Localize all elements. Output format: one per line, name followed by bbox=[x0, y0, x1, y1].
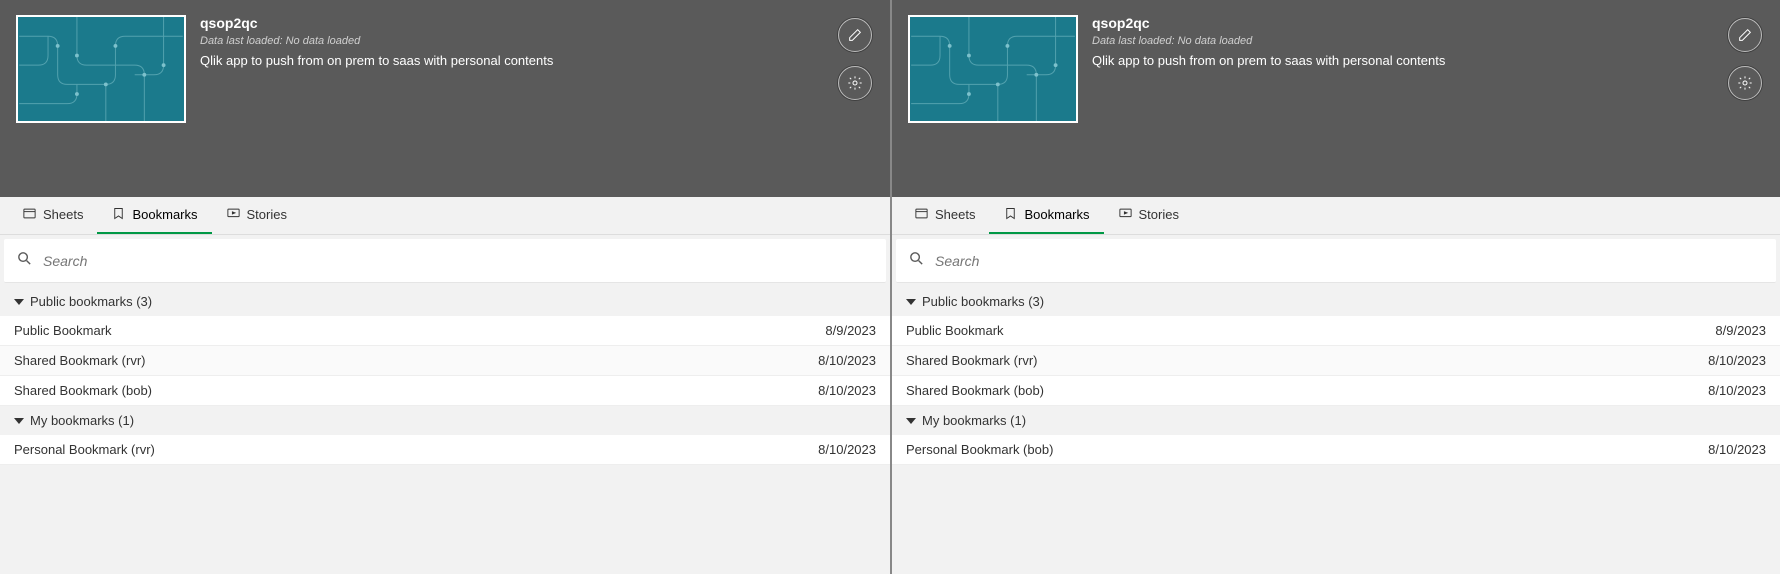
bookmark-row[interactable]: Public Bookmark 8/9/2023 bbox=[0, 316, 890, 346]
app-pane: qsop2qc Data last loaded: No data loaded Q… bbox=[890, 0, 1780, 574]
section-header[interactable]: Public bookmarks (3) bbox=[0, 287, 890, 316]
tab-stories[interactable]: Stories bbox=[1104, 197, 1193, 234]
app-header: qsop2qc Data last loaded: No data loaded Q… bbox=[0, 0, 890, 197]
search-input[interactable] bbox=[935, 253, 1764, 269]
search-input[interactable] bbox=[43, 253, 874, 269]
bookmark-date: 8/9/2023 bbox=[825, 323, 876, 338]
tab-stories[interactable]: Stories bbox=[212, 197, 301, 234]
app-meta: qsop2qc Data last loaded: No data loaded Q… bbox=[1078, 15, 1764, 197]
app-thumbnail bbox=[908, 15, 1078, 123]
chevron-down-icon bbox=[14, 418, 24, 424]
settings-button[interactable] bbox=[1728, 66, 1762, 100]
stories-icon bbox=[226, 206, 241, 224]
tab-label: Bookmarks bbox=[1024, 207, 1089, 222]
bookmarks-icon bbox=[1003, 206, 1018, 224]
app-title: qsop2qc bbox=[200, 15, 874, 31]
search-icon bbox=[16, 250, 43, 272]
tab-bookmarks[interactable]: Bookmarks bbox=[989, 197, 1103, 234]
bookmark-row[interactable]: Shared Bookmark (rvr) 8/10/2023 bbox=[892, 346, 1780, 376]
tab-bar: Sheets Bookmarks Stories bbox=[892, 197, 1780, 235]
bookmark-name: Public Bookmark bbox=[906, 323, 1004, 338]
bookmark-name: Shared Bookmark (rvr) bbox=[14, 353, 145, 368]
edit-button[interactable] bbox=[1728, 18, 1762, 52]
app-meta: qsop2qc Data last loaded: No data loaded Q… bbox=[186, 15, 874, 197]
section-title: My bookmarks (1) bbox=[922, 413, 1026, 428]
chevron-down-icon bbox=[14, 299, 24, 305]
bookmark-date: 8/10/2023 bbox=[818, 353, 876, 368]
app-title: qsop2qc bbox=[1092, 15, 1764, 31]
bookmark-date: 8/10/2023 bbox=[818, 383, 876, 398]
section-title: Public bookmarks (3) bbox=[30, 294, 152, 309]
chevron-down-icon bbox=[906, 418, 916, 424]
edit-button[interactable] bbox=[838, 18, 872, 52]
bookmark-name: Shared Bookmark (rvr) bbox=[906, 353, 1037, 368]
bookmark-date: 8/10/2023 bbox=[1708, 442, 1766, 457]
search-icon bbox=[908, 250, 935, 272]
bookmark-name: Shared Bookmark (bob) bbox=[14, 383, 152, 398]
tab-bookmarks[interactable]: Bookmarks bbox=[97, 197, 211, 234]
bookmarks-icon bbox=[111, 206, 126, 224]
app-description: Qlik app to push from on prem to saas wi… bbox=[200, 53, 874, 68]
bookmark-name: Shared Bookmark (bob) bbox=[906, 383, 1044, 398]
bookmark-date: 8/10/2023 bbox=[818, 442, 876, 457]
bookmark-row[interactable]: Public Bookmark 8/9/2023 bbox=[892, 316, 1780, 346]
app-thumbnail bbox=[16, 15, 186, 123]
header-actions bbox=[838, 18, 872, 100]
search-bar bbox=[896, 239, 1776, 283]
section-header[interactable]: My bookmarks (1) bbox=[892, 406, 1780, 435]
bookmark-row[interactable]: Personal Bookmark (bob) 8/10/2023 bbox=[892, 435, 1780, 465]
header-actions bbox=[1728, 18, 1762, 100]
settings-button[interactable] bbox=[838, 66, 872, 100]
search-bar bbox=[4, 239, 886, 283]
tab-sheets[interactable]: Sheets bbox=[900, 197, 989, 234]
tab-label: Bookmarks bbox=[132, 207, 197, 222]
bookmark-name: Personal Bookmark (bob) bbox=[906, 442, 1053, 457]
tab-sheets[interactable]: Sheets bbox=[8, 197, 97, 234]
section-title: Public bookmarks (3) bbox=[922, 294, 1044, 309]
section-title: My bookmarks (1) bbox=[30, 413, 134, 428]
sheets-icon bbox=[914, 206, 929, 224]
data-status: Data last loaded: No data loaded bbox=[200, 35, 874, 47]
bookmark-name: Personal Bookmark (rvr) bbox=[14, 442, 155, 457]
tab-label: Sheets bbox=[43, 207, 83, 222]
bookmark-row[interactable]: Personal Bookmark (rvr) 8/10/2023 bbox=[0, 435, 890, 465]
tab-bar: Sheets Bookmarks Stories bbox=[0, 197, 890, 235]
chevron-down-icon bbox=[906, 299, 916, 305]
app-pane: qsop2qc Data last loaded: No data loaded Q… bbox=[0, 0, 890, 574]
bookmark-date: 8/10/2023 bbox=[1708, 353, 1766, 368]
tab-label: Stories bbox=[1139, 207, 1179, 222]
tab-label: Stories bbox=[247, 207, 287, 222]
section-header[interactable]: Public bookmarks (3) bbox=[892, 287, 1780, 316]
sheets-icon bbox=[22, 206, 37, 224]
bookmark-row[interactable]: Shared Bookmark (bob) 8/10/2023 bbox=[0, 376, 890, 406]
data-status: Data last loaded: No data loaded bbox=[1092, 35, 1764, 47]
app-description: Qlik app to push from on prem to saas wi… bbox=[1092, 53, 1764, 68]
stories-icon bbox=[1118, 206, 1133, 224]
bookmark-date: 8/9/2023 bbox=[1715, 323, 1766, 338]
bookmark-name: Public Bookmark bbox=[14, 323, 112, 338]
bookmark-row[interactable]: Shared Bookmark (bob) 8/10/2023 bbox=[892, 376, 1780, 406]
bookmark-row[interactable]: Shared Bookmark (rvr) 8/10/2023 bbox=[0, 346, 890, 376]
section-header[interactable]: My bookmarks (1) bbox=[0, 406, 890, 435]
app-header: qsop2qc Data last loaded: No data loaded Q… bbox=[892, 0, 1780, 197]
tab-label: Sheets bbox=[935, 207, 975, 222]
bookmark-date: 8/10/2023 bbox=[1708, 383, 1766, 398]
